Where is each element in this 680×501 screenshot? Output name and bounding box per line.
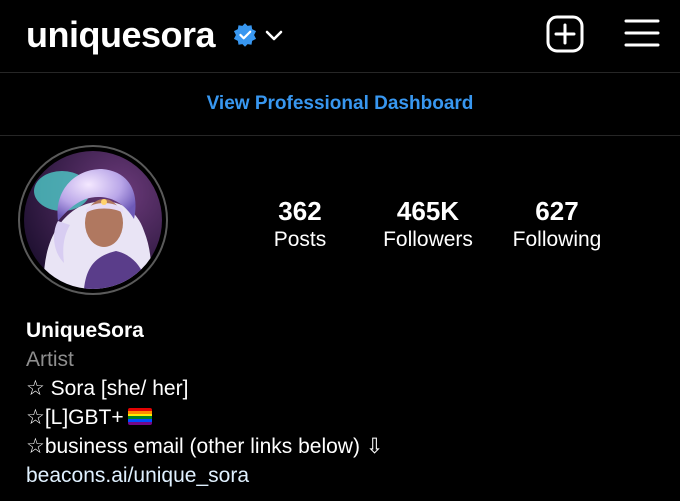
avatar-ring[interactable] <box>18 145 168 295</box>
posts-count: 362 <box>278 196 322 226</box>
dashboard-label: View Professional Dashboard <box>206 93 474 114</box>
profile-username[interactable]: uniquesora <box>26 14 216 56</box>
category-label: Artist <box>26 348 74 371</box>
professional-dashboard-link[interactable]: View Professional Dashboard <box>0 73 680 136</box>
bio-line-lgbt-text: ☆[L]GBT+ <box>26 406 124 429</box>
bio-line-email: ☆business email (other links below) ⇩ <box>26 435 384 458</box>
verified-badge-icon <box>233 23 257 47</box>
avatar <box>24 151 162 289</box>
posts-stat[interactable]: 362 Posts <box>262 196 338 254</box>
following-count: 627 <box>535 196 579 226</box>
bio-line-pronouns: ☆ Sora [she/ her] <box>26 377 189 400</box>
menu-hamburger-icon[interactable] <box>624 17 660 49</box>
pride-flag-icon <box>127 407 152 425</box>
followers-count: 465K <box>396 196 460 226</box>
followers-stat[interactable]: 465K Followers <box>376 196 480 254</box>
following-label: Following <box>512 228 602 251</box>
bio-link[interactable]: beacons.ai/unique_sora <box>26 461 383 490</box>
top-bar: uniquesora <box>0 0 680 73</box>
profile-bio: UniqueSora Artist ☆ Sora [she/ her] ☆[L]… <box>26 316 383 490</box>
following-stat[interactable]: 627 Following <box>505 196 609 254</box>
new-post-plus-icon[interactable] <box>546 15 584 53</box>
followers-label: Followers <box>383 228 473 251</box>
chevron-down-icon[interactable] <box>264 25 284 45</box>
posts-label: Posts <box>273 228 327 251</box>
display-name: UniqueSora <box>26 319 144 342</box>
bio-line-lgbt: ☆[L]GBT+ <box>26 403 383 432</box>
